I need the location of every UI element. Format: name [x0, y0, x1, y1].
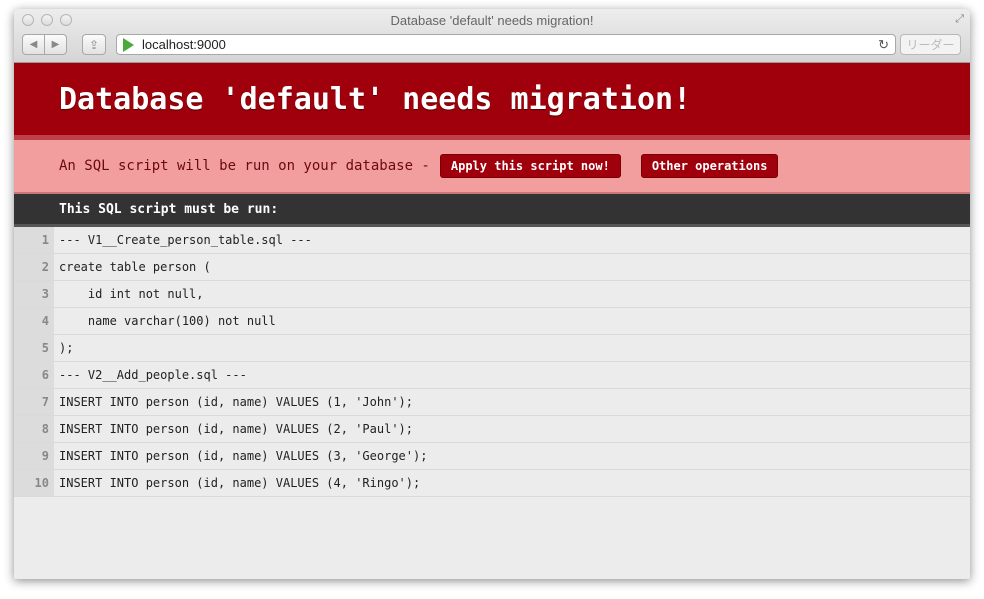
back-button[interactable]: ◀: [22, 34, 45, 55]
code-line: 5);: [14, 335, 970, 362]
address-bar[interactable]: localhost:9000 ↻: [116, 34, 896, 55]
reload-icon[interactable]: ↻: [878, 37, 889, 53]
fullscreen-icon[interactable]: ⤢: [955, 13, 964, 26]
line-code: create table person (: [54, 254, 970, 280]
line-code: --- V2__Add_people.sql ---: [54, 362, 970, 388]
other-operations-button[interactable]: Other operations: [640, 154, 779, 178]
line-code: INSERT INTO person (id, name) VALUES (3,…: [54, 443, 970, 469]
code-line: 4 name varchar(100) not null: [14, 308, 970, 335]
code-line: 8 INSERT INTO person (id, name) VALUES (2…: [14, 416, 970, 443]
code-line: 7 INSERT INTO person (id, name) VALUES (1…: [14, 389, 970, 416]
share-button[interactable]: ⇪: [82, 34, 106, 55]
line-number: 6: [14, 362, 54, 388]
browser-toolbar: Database 'default' needs migration! ⤢ ◀ …: [14, 9, 970, 63]
line-number: 3: [14, 281, 54, 307]
line-number: 2: [14, 254, 54, 280]
code-line: 3 id int not null,: [14, 281, 970, 308]
line-code: INSERT INTO person (id, name) VALUES (1,…: [54, 389, 970, 415]
line-number: 10: [14, 470, 54, 496]
line-number: 9: [14, 443, 54, 469]
browser-window: Database 'default' needs migration! ⤢ ◀ …: [14, 9, 970, 579]
line-number: 4: [14, 308, 54, 334]
line-code: );: [54, 335, 970, 361]
line-number: 8: [14, 416, 54, 442]
code-line: 9 INSERT INTO person (id, name) VALUES (3…: [14, 443, 970, 470]
url-text: localhost:9000: [142, 37, 226, 52]
line-code: name varchar(100) not null: [54, 308, 970, 334]
forward-button[interactable]: ▶: [44, 34, 67, 55]
line-number: 7: [14, 389, 54, 415]
sql-script: 1 --- V1__Create_person_table.sql --- 2 cre…: [14, 227, 970, 497]
code-line: 1 --- V1__Create_person_table.sql ---: [14, 227, 970, 254]
page-header: Database 'default' needs migration!: [14, 63, 970, 140]
script-heading: This SQL script must be run:: [14, 194, 970, 227]
apply-script-button[interactable]: Apply this script now!: [439, 154, 621, 178]
code-line: 10 INSERT INTO person (id, name) VALUES (…: [14, 470, 970, 497]
migration-notice: An SQL script will be run on your databa…: [14, 140, 970, 194]
line-number: 1: [14, 227, 54, 253]
code-line: 2 create table person (: [14, 254, 970, 281]
window-title: Database 'default' needs migration!: [390, 13, 594, 28]
line-code: INSERT INTO person (id, name) VALUES (2,…: [54, 416, 970, 442]
notice-text: An SQL script will be run on your databa…: [59, 158, 430, 174]
play-framework-icon: [123, 37, 134, 52]
line-code: id int not null,: [54, 281, 970, 307]
page-title: Database 'default' needs migration!: [59, 81, 692, 117]
line-code: --- V1__Create_person_table.sql ---: [54, 227, 970, 253]
line-number: 5: [14, 335, 54, 361]
line-code: INSERT INTO person (id, name) VALUES (4,…: [54, 470, 970, 496]
code-line: 6 --- V2__Add_people.sql ---: [14, 362, 970, 389]
reader-button[interactable]: リーダー: [900, 34, 961, 55]
